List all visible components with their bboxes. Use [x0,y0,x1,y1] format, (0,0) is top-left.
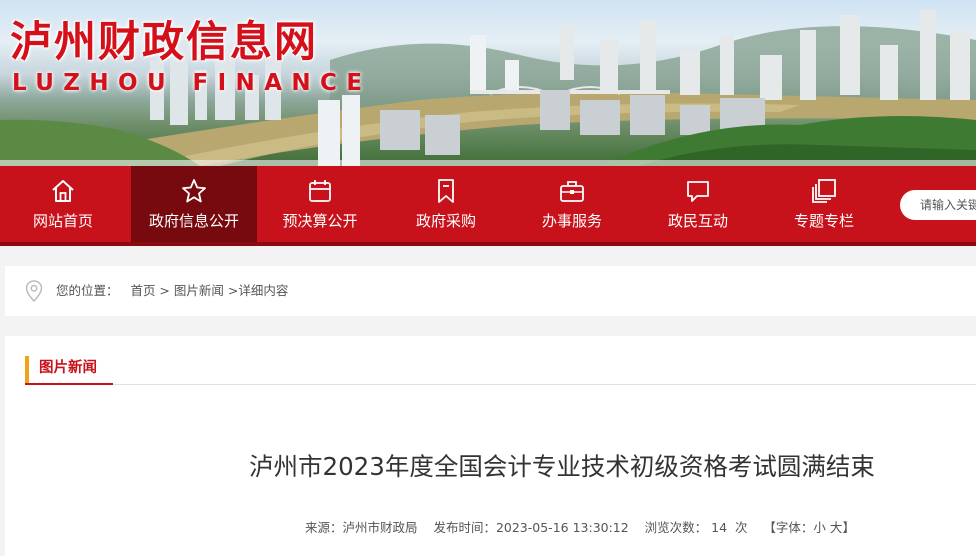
article-views: 14 [711,520,728,535]
breadcrumb-prefix: 您的位置： [56,283,119,298]
location-pin-icon [25,280,43,302]
breadcrumb-section-link[interactable]: 图片新闻 [174,283,224,298]
star-icon [182,179,206,203]
home-icon [52,180,74,202]
article-time: 2023-05-16 13:30:12 [495,520,629,535]
nav-item-label: 办事服务 [541,212,602,230]
breadcrumb-separator: > [155,283,174,298]
time-label: 发布时间： [433,520,496,535]
calendar-icon [309,180,331,202]
nav-item-home[interactable]: 网站首页 [0,166,126,242]
breadcrumb-text: 您的位置： 首页 > 图片新闻 >详细内容 [56,282,288,300]
nav-item-label: 网站首页 [32,212,93,230]
site-subtitle: LUZHOU FINANCE [12,70,372,96]
main-nav: 网站首页 政府信息公开 预决算公开 政府采购 办事服务 政民互动 专题专栏 [0,166,976,246]
article-panel: 图片新闻 泸州市2023年度全国会计专业技术初级资格考试圆满结束 来源：泸州市财… [5,336,976,556]
briefcase-icon [560,181,584,202]
font-size-label: 【字体： [763,520,814,535]
section-divider [25,384,976,385]
chat-icon [687,181,709,202]
nav-item-label: 预决算公开 [282,212,358,230]
nav-item-label: 政府采购 [415,212,476,230]
nav-item-budget[interactable]: 预决算公开 [257,166,383,242]
article-title: 泸州市2023年度全国会计专业技术初级资格考试圆满结束 [249,452,875,481]
breadcrumb-separator: > [223,283,239,298]
nav-item-gov-info[interactable]: 政府信息公开 [131,166,257,242]
breadcrumb-current: 详细内容 [238,283,289,298]
pages-icon [812,179,836,203]
site-banner: 泸州财政信息网 LUZHOU FINANCE [0,0,976,166]
source-label: 来源： [305,520,343,535]
site-name: 泸州财政信息网 [10,17,319,66]
font-large-link[interactable]: 大 [830,520,843,535]
nav-item-interaction[interactable]: 政民互动 [635,166,761,242]
bookmark-icon [438,179,454,203]
views-label: 浏览次数： [644,520,708,535]
section-title: 图片新闻 [25,356,97,384]
font-size-end: 】 [842,520,855,535]
views-unit: 次 [734,520,748,535]
breadcrumb-home-link[interactable]: 首页 [130,283,155,298]
article-meta: 来源：泸州市财政局 发布时间：2023-05-16 13:30:12 浏览次数：… [305,519,855,537]
article-source: 泸州市财政局 [342,520,418,535]
search-input[interactable] [900,190,976,220]
font-small-link[interactable]: 小 [813,520,826,535]
nav-item-label: 政民互动 [667,212,728,230]
section-title-underline [25,383,113,385]
nav-item-procurement[interactable]: 政府采购 [383,166,509,242]
nav-item-label: 政府信息公开 [148,212,239,230]
nav-item-services[interactable]: 办事服务 [509,166,635,242]
breadcrumb: 您的位置： 首页 > 图片新闻 >详细内容 [5,266,976,316]
nav-item-label: 专题专栏 [793,212,854,230]
nav-item-topics[interactable]: 专题专栏 [761,166,887,242]
